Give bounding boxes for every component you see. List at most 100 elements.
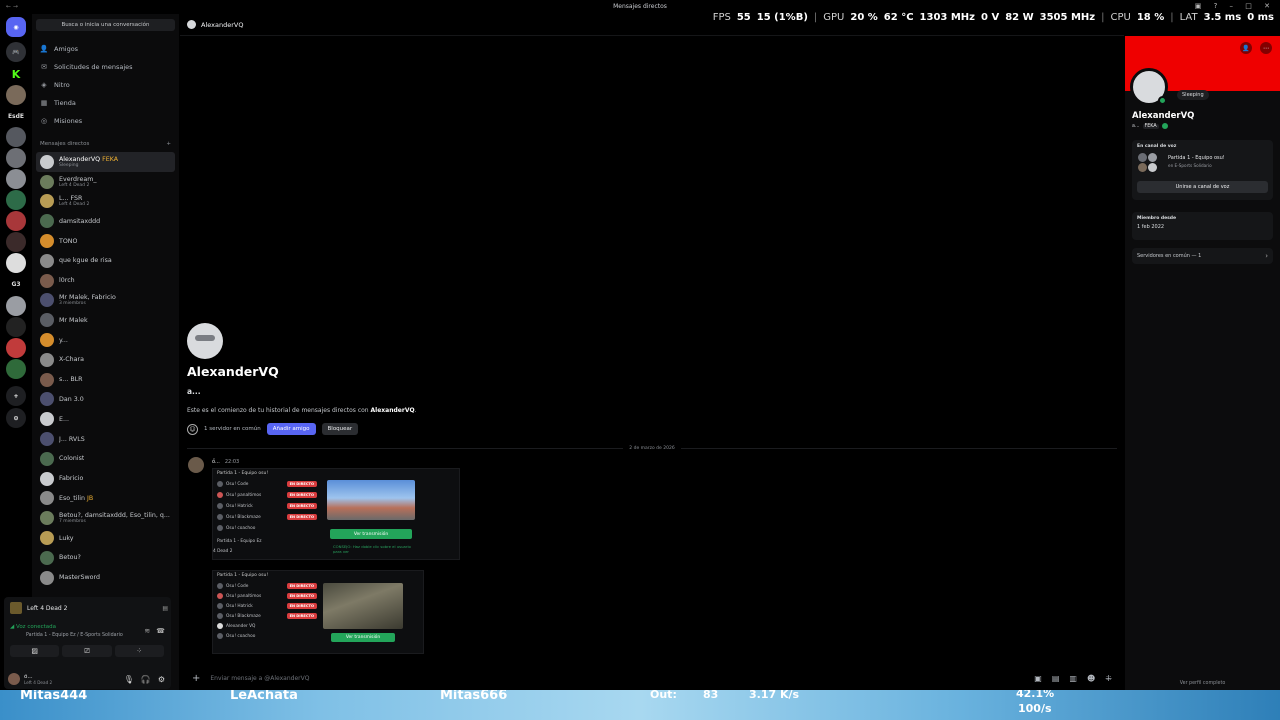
voice-card-channel[interactable]: Partida 1 - Equipo osu! [1168,155,1225,161]
server-avatar[interactable] [6,127,26,147]
avatar [40,214,54,229]
nav-shop[interactable]: ▦ Tienda [36,95,175,111]
lat-value-2: 0 ms [1247,12,1274,23]
taskbar-label[interactable]: LeAchata [230,690,298,703]
dm-item[interactable]: damsitaxddd [36,211,175,231]
dm-item[interactable]: E... [36,409,175,429]
headphones-icon[interactable]: 🎧 [141,675,151,684]
server-kick-icon[interactable]: K [6,64,26,84]
taskbar-label[interactable]: Mitas444 [20,690,87,703]
dm-item[interactable]: AlexanderVQ FEKA Sleeping [36,152,175,172]
taskbar-label[interactable]: Mitas666 [440,690,507,703]
server-game-icon[interactable]: 🎮 [6,42,26,62]
message-avatar[interactable] [188,457,204,473]
nav-message-requests[interactable]: ✉ Solicitudes de mensajes [36,59,175,75]
profile-avatar[interactable] [1130,68,1168,106]
rate-value: 100/s [1018,702,1052,715]
server-avatar[interactable] [6,148,26,168]
microphone-icon[interactable]: 🎙 [124,675,134,684]
shot-row: Osu! panaltimos EN DIRECTO [217,591,317,601]
nav-nitro[interactable]: ◈ Nitro [36,77,175,93]
mutual-servers-card[interactable]: Servidores en común — 1 › [1132,248,1273,264]
server-avatar[interactable] [6,338,26,358]
dm-item[interactable]: s... BLR [36,370,175,390]
welcome-avatar[interactable] [187,323,223,359]
dm-item[interactable]: TOÑO [36,231,175,251]
dm-item[interactable]: MasterSword [36,568,175,588]
help-icon[interactable]: ? [1214,2,1218,10]
dm-item[interactable]: J... RVLS [36,429,175,449]
noise-suppression-icon[interactable]: ≋ [144,627,150,635]
share-screen-button[interactable]: ⎚ [62,645,112,657]
maximize-icon[interactable]: □ [1245,2,1252,10]
server-avatar[interactable] [6,211,26,231]
server-avatar[interactable] [6,190,26,210]
nav-friends[interactable]: 👤 Amigos [36,41,175,57]
shot-row: Alexander VQ [217,621,317,631]
dm-item[interactable]: Mr Malek, Fabricio 3 miembros [36,291,175,311]
mutual-servers-text[interactable]: 1 servidor en común [204,426,261,432]
image-attachment[interactable]: Partida 1 - Equipo osu! Osu! Code EN DIRE… [212,468,460,560]
nav-quests[interactable]: ◎ Misiones [36,113,175,129]
emoji-icon[interactable]: ☻ [1087,674,1095,683]
server-esde[interactable]: EsdE [6,106,26,126]
dm-item[interactable]: L... FSR Left 4 Dead 2 [36,192,175,212]
dm-item[interactable]: Eso_tilin JB [36,489,175,509]
dm-item[interactable]: que kgue de risa [36,251,175,271]
dm-item[interactable]: Betou?, damsitaxddd, Eso_tilin, q... 7 mi… [36,508,175,528]
settings-gear-icon[interactable]: ⚙ [158,675,165,684]
voice-channel[interactable]: Partida 1 - Equipo Ez / E-Sports Solidar… [26,633,123,638]
add-friend-icon[interactable]: 👤 [1240,42,1252,54]
attach-plus-icon[interactable]: + [192,673,200,684]
server-avatar[interactable] [6,317,26,337]
dm-item[interactable]: Everdream_ Left 4 Dead 2 [36,172,175,192]
server-avatar[interactable] [6,232,26,252]
message-author[interactable]: ő... [212,459,220,465]
minimize-icon[interactable]: – [1230,2,1234,10]
dm-item[interactable]: X-Chara [36,350,175,370]
discord-home-icon[interactable]: ◉ [6,17,26,37]
server-avatar[interactable] [6,169,26,189]
dm-name: J... RVLS [59,435,85,443]
dm-item[interactable]: Luky [36,528,175,548]
dm-item[interactable]: l0rch [36,271,175,291]
activity-row[interactable]: Left 4 Dead 2 ▤ [10,602,168,614]
search-input[interactable]: Busca o inicia una conversación [36,19,175,31]
dm-item[interactable]: Fabricio [36,469,175,489]
activities-button[interactable]: ⁘ [114,645,164,657]
close-icon[interactable]: ✕ [1264,2,1270,10]
add-friend-button[interactable]: Añadir amigo [266,423,316,435]
server-avatar[interactable] [6,85,26,105]
server-avatar[interactable] [6,296,26,316]
gif-icon[interactable]: ▤ [1052,674,1060,683]
disconnect-icon[interactable]: ☎ [156,627,165,635]
view-full-profile-link[interactable]: Ver perfil completo [1125,681,1280,686]
server-g3[interactable]: G3 [6,274,26,294]
sticker-icon[interactable]: ▥ [1069,674,1077,683]
inbox-icon[interactable]: ▣ [1195,2,1202,10]
more-options-icon[interactable]: ⋯ [1260,42,1272,54]
new-dm-icon[interactable]: + [166,141,171,147]
dm-item[interactable]: Betou? [36,548,175,568]
dm-item[interactable]: Mr Malek [36,310,175,330]
discover-icon[interactable]: ⊙ [6,408,26,428]
server-avatar[interactable] [6,253,26,273]
image-attachment[interactable]: Partida 1 - Equipo osu! Osu! Code EN DIRE… [212,570,424,654]
dm-item[interactable]: Dan 3.0 [36,390,175,410]
message-input[interactable]: Enviar mensaje a @AlexanderVQ [210,675,309,682]
activity-options-icon[interactable]: ▤ [162,605,168,612]
avatar [40,154,54,169]
avatar [40,432,54,447]
apps-icon[interactable]: ⁜ [1105,674,1112,683]
dm-item[interactable]: Colonist [36,449,175,469]
join-voice-button[interactable]: Unirse a canal de voz [1137,181,1268,193]
server-avatar[interactable] [6,359,26,379]
add-server-icon[interactable]: + [6,386,26,406]
dm-item[interactable]: y... [36,330,175,350]
gift-icon[interactable]: ▣ [1034,674,1042,683]
banner-icons: 👤 ⋯ [1240,42,1272,54]
block-button[interactable]: Bloquear [321,423,359,435]
camera-button[interactable]: ▨ [10,645,60,657]
user-avatar[interactable] [8,673,20,685]
lat-value: 3.5 ms [1203,12,1242,23]
